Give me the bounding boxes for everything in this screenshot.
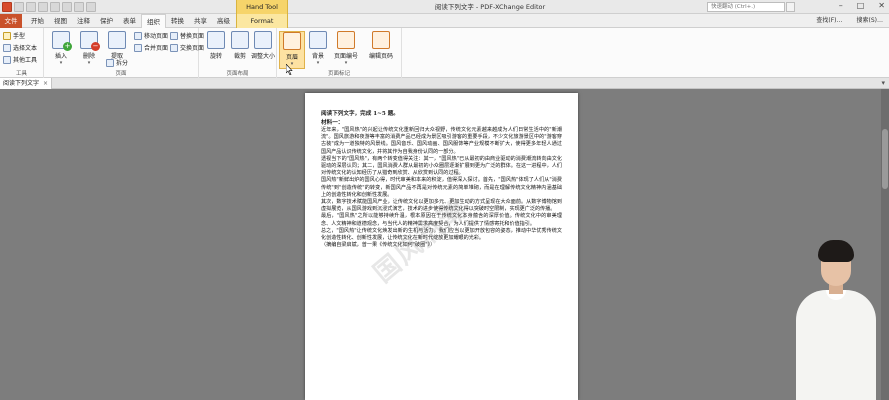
tab-form[interactable]: 表单	[118, 14, 141, 28]
quick-access-toolbar	[2, 2, 96, 12]
paragraph: 透视当下的"国风热"，有两个转变值得关注：其一，"国风热"已从最初的由商业驱动的…	[321, 155, 562, 177]
other-tools-button[interactable]: 其他工具	[3, 55, 37, 64]
paragraph: 其次，数字技术赋能国风产业，让传统文化以更加多元、更加生动的方式呈现在大众面前。…	[321, 199, 562, 213]
group-tools: 手型 选择文本 其他工具 工具	[0, 28, 44, 78]
open-icon[interactable]	[14, 2, 24, 12]
ribbon-tabs: 文件 开始 视图 注释 保护 表单 组织 转换 共享 高级 书签 帮助 Form…	[0, 14, 889, 28]
material-heading: 材料一：	[321, 120, 344, 126]
split-icon	[106, 58, 114, 67]
bates-numbering-icon	[372, 31, 390, 49]
split-button[interactable]: 拆分	[106, 58, 128, 67]
citation: （摘编自梁启斌，曾一果《传统文化如何"破圈"》）	[321, 242, 436, 249]
group-label-tools: 工具	[15, 71, 27, 77]
quick-search-input[interactable]: 快速翻动 (Ctrl+.)	[707, 2, 785, 12]
tab-organize[interactable]: 组织	[141, 14, 166, 28]
tab-list-icon[interactable]: ▾	[881, 78, 885, 89]
insert-button[interactable]: + 插入 ▾	[48, 31, 74, 69]
page-number-button[interactable]: 页面编号 ▾	[331, 31, 361, 69]
paragraph: 最后，"国风热"之所以能够持续升温，根本原因在于传统文化本身蕴含的深厚价值。传统…	[321, 213, 562, 227]
merge-pages-button[interactable]: 合并页面	[134, 43, 168, 52]
print-icon[interactable]	[38, 2, 48, 12]
bates-numbering-button[interactable]: 编辑页码	[365, 31, 397, 69]
mouse-cursor-icon	[286, 64, 293, 75]
question-title: 阅读下列文字，完成 1~5 题。	[321, 111, 399, 117]
app-icon[interactable]	[2, 2, 12, 12]
tab-advanced[interactable]: 高级	[212, 14, 235, 28]
search-icon[interactable]	[786, 2, 795, 12]
hand-icon	[3, 31, 11, 40]
vertical-scrollbar[interactable]	[881, 89, 889, 400]
swap-pages-icon	[170, 43, 178, 52]
text-cursor-icon	[3, 43, 11, 52]
close-tab-icon[interactable]: ×	[43, 78, 48, 89]
ribbon: 手型 选择文本 其他工具 工具 + 插入 ▾ − 删除 ▾ 提取 拆分 移动页面…	[0, 28, 889, 78]
crop-button[interactable]: 裁剪	[227, 31, 253, 69]
undo-icon[interactable]	[50, 2, 60, 12]
tools-icon	[3, 55, 11, 64]
resize-icon	[254, 31, 272, 49]
window-title: 阅读下列文字 - PDF-XChange Editor	[434, 3, 546, 11]
header-footer-icon	[283, 32, 301, 50]
paragraph: 国风热"新鲜出炉的国风心得，时代审美和本来的积淀，值得深入探讨。首先，"国风热"…	[321, 177, 562, 198]
tab-file[interactable]: 文件	[0, 14, 22, 28]
tab-home[interactable]: 开始	[26, 14, 49, 28]
merge-pages-icon	[134, 43, 142, 52]
hand-tool-button[interactable]: 手型	[3, 31, 25, 40]
move-pages-button[interactable]: 移动页面	[134, 31, 168, 40]
group-page-marks: 页眉 ▾ 背景 ▾ 页面编号 ▾ 编辑页码 页面标记	[277, 28, 402, 78]
minimize-button[interactable]: –	[839, 1, 843, 10]
pdf-page: 阅读下列文字，完成 1~5 题。 材料一： 近年来，"国风热"的兴起让传统文化重…	[305, 93, 578, 400]
tab-format[interactable]: Format	[236, 14, 288, 28]
presenter-video	[790, 240, 881, 400]
redo-icon[interactable]	[62, 2, 72, 12]
search-button[interactable]: 搜索(S)…	[857, 15, 884, 27]
tab-convert[interactable]: 转换	[166, 14, 189, 28]
insert-page-icon: +	[52, 31, 72, 51]
back-icon[interactable]	[74, 2, 84, 12]
crop-icon	[231, 31, 249, 49]
paragraph: 近年来，"国风热"的兴起让传统文化重新回归大众视野，传统文化元素越来越成为人们日…	[321, 127, 562, 155]
group-label-page-marks: 页面标记	[327, 71, 350, 77]
extract-page-icon	[108, 31, 126, 49]
tab-protect[interactable]: 保护	[95, 14, 118, 28]
maximize-button[interactable]: □	[857, 1, 865, 10]
forward-icon[interactable]	[86, 2, 96, 12]
title-bar: Hand Tool 阅读下列文字 - PDF-XChange Editor 快速…	[0, 0, 889, 14]
tab-comment[interactable]: 注释	[72, 14, 95, 28]
page-number-icon	[337, 31, 355, 49]
window-controls: – □ ✕	[839, 1, 885, 10]
context-tool-title: Hand Tool	[236, 0, 288, 14]
replace-pages-icon	[170, 31, 178, 40]
resize-button[interactable]: 调整大小	[251, 31, 275, 69]
delete-button[interactable]: − 删除 ▾	[76, 31, 102, 69]
close-button[interactable]: ✕	[878, 1, 885, 10]
rotate-icon	[207, 31, 225, 49]
group-pages: + 插入 ▾ − 删除 ▾ 提取 拆分 移动页面 合并页面 替换页面 交换页面 …	[44, 28, 204, 78]
background-button[interactable]: 背景 ▾	[305, 31, 331, 69]
presenter-body	[796, 290, 876, 400]
move-pages-icon	[134, 31, 142, 40]
select-text-button[interactable]: 选择文本	[3, 43, 37, 52]
document-workspace[interactable]: 阅读下列文字，完成 1~5 题。 材料一： 近年来，"国风热"的兴起让传统文化重…	[0, 89, 889, 400]
scrollbar-thumb[interactable]	[882, 129, 888, 189]
save-icon[interactable]	[26, 2, 36, 12]
delete-page-icon: −	[80, 31, 100, 51]
group-label-page-layout: 页面布局	[226, 71, 249, 77]
document-tab-bar: 阅读下列文字 × ▾	[0, 78, 889, 89]
background-icon	[309, 31, 327, 49]
rotate-button[interactable]: 旋转	[203, 31, 229, 69]
group-page-layout: 旋转 裁剪 调整大小 页面布局	[199, 28, 277, 78]
tab-share[interactable]: 共享	[189, 14, 212, 28]
tab-view[interactable]: 视图	[49, 14, 72, 28]
group-label-pages: 页面	[115, 71, 127, 77]
document-tab[interactable]: 阅读下列文字 ×	[0, 78, 52, 89]
paragraph: 总之，"国风热"让传统文化焕发出新的生机与活力。我们应当以更加开放包容的姿态，推…	[321, 227, 562, 242]
find-button[interactable]: 查找(F)…	[816, 15, 842, 27]
